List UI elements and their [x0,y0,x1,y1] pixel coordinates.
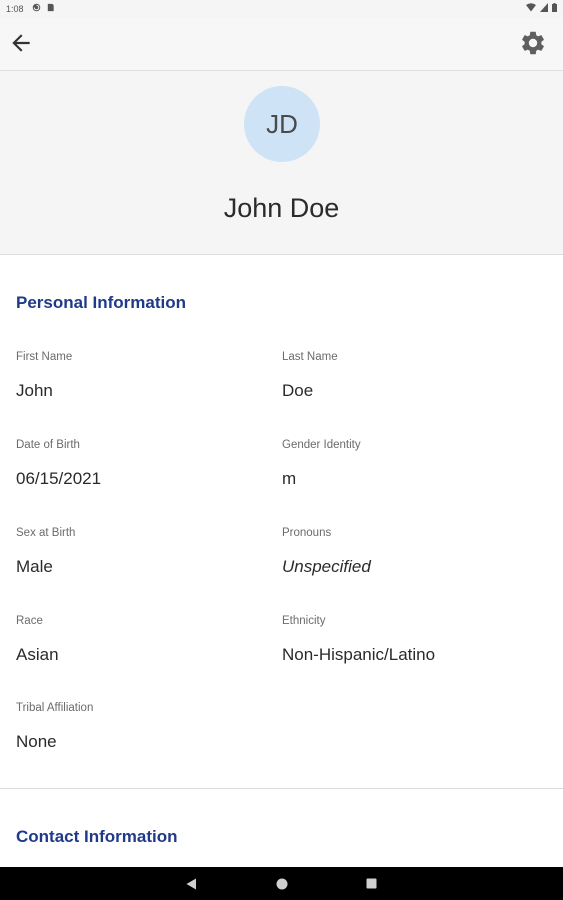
sync-status-icon [32,3,41,12]
sex-at-birth-value: Male [16,557,53,576]
back-arrow-icon[interactable] [8,30,34,56]
nav-back-icon[interactable] [186,878,197,890]
last-name-value: Doe [282,381,314,400]
ethnicity-label: Ethnicity [282,615,326,627]
race-label: Race [16,615,43,627]
pronouns-value: Unspecified [282,557,371,576]
status-time: 1:08 [6,4,24,14]
wifi-icon [526,3,536,12]
status-bar: 1:08 [0,0,563,18]
ethnicity-value: Non-Hispanic/Latino [282,645,436,664]
date-of-birth-label: Date of Birth [16,439,80,451]
avatar: JD [244,86,320,162]
gender-identity-value: m [282,469,297,488]
nav-recents-icon[interactable] [366,878,377,889]
sd-card-status-icon [47,3,54,12]
settings-gear-icon[interactable] [519,29,547,57]
pronouns-label: Pronouns [282,527,332,539]
tribal-affiliation-label: Tribal Affiliation [16,702,94,714]
signal-icon [540,3,548,12]
status-notification-icons [32,3,55,12]
tribal-affiliation-value: None [16,732,57,751]
first-name-value: John [16,381,53,400]
system-navigation-bar [0,867,563,900]
section-divider [0,788,563,789]
personal-information-heading: Personal Information [16,293,187,312]
profile-name: John Doe [223,193,340,223]
last-name-label: Last Name [282,351,338,363]
profile-header: JD John Doe [0,71,563,255]
first-name-label: First Name [16,351,73,363]
avatar-initials: JD [266,108,298,139]
nav-home-icon[interactable] [276,878,288,890]
date-of-birth-value: 06/15/2021 [16,469,102,488]
battery-icon [552,3,557,12]
contact-information-heading: Contact Information [16,827,178,846]
app-bar [0,18,563,71]
race-value: Asian [16,645,59,664]
status-system-icons [526,3,557,12]
sex-at-birth-label: Sex at Birth [16,527,76,539]
gender-identity-label: Gender Identity [282,439,361,451]
